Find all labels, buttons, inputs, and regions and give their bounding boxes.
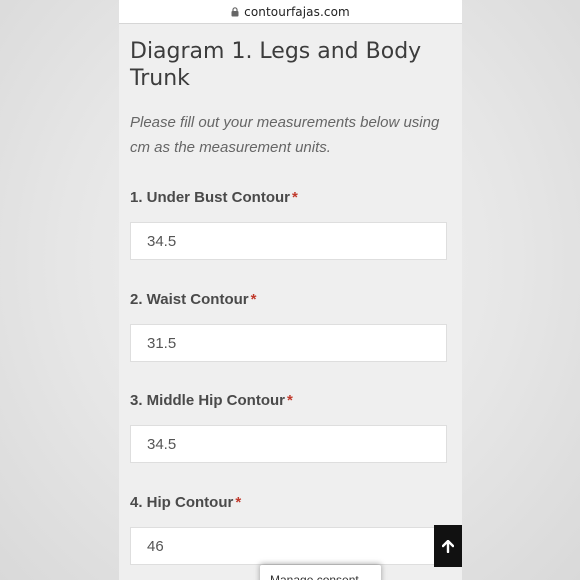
middle-hip-label: 3. Middle Hip Contour * [130, 392, 293, 409]
lock-icon [231, 6, 239, 17]
required-marker: * [250, 291, 257, 308]
form-instructions: Please fill out your measurements below … [130, 114, 440, 156]
under-bust-input[interactable] [130, 222, 447, 260]
waist-input[interactable] [130, 324, 447, 362]
scroll-to-top-button[interactable] [434, 525, 462, 567]
page-title: Diagram 1. Legs and Body Trunk [130, 39, 422, 91]
arrow-up-icon [442, 539, 454, 553]
manage-consent-button[interactable]: Manage consent [260, 565, 381, 580]
mobile-browser-viewport: contourfajas.com Diagram 1. Legs and Bod… [119, 0, 462, 580]
address-bar[interactable]: contourfajas.com [119, 0, 462, 24]
required-marker: * [235, 494, 242, 511]
waist-label-text: 2. Waist Contour [130, 291, 249, 308]
under-bust-label: 1. Under Bust Contour * [130, 189, 298, 206]
url-text: contourfajas.com [244, 4, 350, 19]
required-marker: * [292, 189, 298, 206]
required-marker: * [287, 392, 293, 409]
middle-hip-label-text: 3. Middle Hip Contour [130, 392, 285, 409]
under-bust-label-text: 1. Under Bust Contour [130, 189, 290, 206]
hip-input[interactable] [130, 527, 447, 565]
hip-label-text: 4. Hip Contour [130, 494, 234, 511]
waist-label: 2. Waist Contour * [130, 291, 256, 308]
hip-label: 4. Hip Contour * [130, 494, 241, 511]
middle-hip-input[interactable] [130, 425, 447, 463]
